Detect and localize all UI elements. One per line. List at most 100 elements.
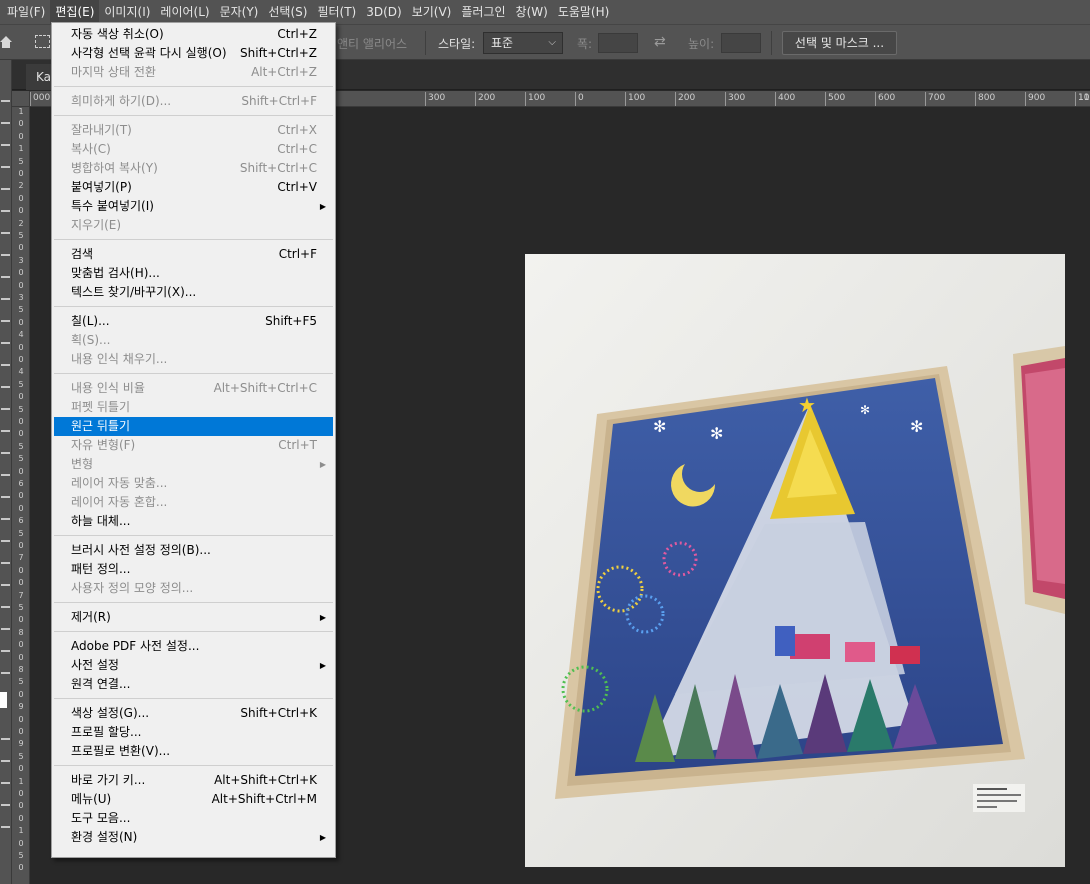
tool-icon[interactable]	[1, 496, 10, 498]
edit-menu-item[interactable]: 프로필 할당...	[52, 723, 335, 742]
tool-icon[interactable]	[1, 562, 10, 564]
tool-icon[interactable]	[1, 144, 10, 146]
ruler-tick: 8	[18, 665, 24, 674]
vertical-ruler[interactable]: 1 0 0 1 5 0 2 0 0 2 5 0 3 0 0 3 5 0 4 0 0 4 5 0 5 0 0 5 5 0 6 0 0 6 5 0 7 0 0 7…	[12, 107, 30, 884]
tool-icon[interactable]	[1, 276, 10, 278]
ruler-tick: 0	[18, 342, 24, 352]
edit-menu-item[interactable]: 패턴 정의...	[52, 560, 335, 579]
tool-icon[interactable]	[1, 122, 10, 124]
ruler-tick: 900	[1025, 92, 1045, 106]
menu-9[interactable]: 플러그인	[456, 0, 510, 24]
menu-5[interactable]: 선택(S)	[263, 0, 312, 24]
edit-menu-item: 레이어 자동 혼합...	[52, 493, 335, 512]
tool-icon[interactable]	[1, 826, 10, 828]
tool-icon[interactable]	[1, 518, 10, 520]
tool-icon[interactable]	[1, 232, 10, 234]
ruler-tick: 0	[18, 838, 24, 848]
tool-icon[interactable]	[1, 474, 10, 476]
menu-8[interactable]: 보기(V)	[407, 0, 457, 24]
edit-menu-item[interactable]: 메뉴(U) Alt+Shift+Ctrl+M	[52, 790, 335, 809]
svg-text:✻: ✻	[653, 417, 666, 436]
menu-1[interactable]: 편집(E)	[50, 0, 100, 24]
tool-icon[interactable]	[1, 254, 10, 256]
edit-menu-item[interactable]: 바로 가기 키... Alt+Shift+Ctrl+K	[52, 771, 335, 790]
document-image[interactable]: ✻ ✻ ✻ ✻ ★	[525, 254, 1065, 867]
tool-icon[interactable]	[1, 760, 10, 762]
rectangular-marquee-icon[interactable]	[35, 35, 50, 48]
menu-3[interactable]: 레이어(L)	[155, 0, 214, 24]
antialias-label: 앤티 앨리어스	[337, 37, 408, 51]
edit-menu-item[interactable]: 하늘 대체...	[52, 512, 335, 531]
tool-icon[interactable]	[1, 364, 10, 366]
tool-icon[interactable]	[1, 188, 10, 190]
style-select[interactable]: 표준 ⌵	[483, 32, 563, 54]
edit-menu-item[interactable]: 칠(L)... Shift+F5	[52, 312, 335, 331]
height-field[interactable]	[721, 33, 761, 53]
menu-11[interactable]: 도움말(H)	[553, 0, 615, 24]
tool-icon[interactable]	[1, 804, 10, 806]
tool-icon[interactable]	[1, 782, 10, 784]
menu-4[interactable]: 문자(Y)	[215, 0, 264, 24]
edit-menu-item[interactable]: 텍스트 찾기/바꾸기(X)...	[52, 283, 335, 302]
tool-icon[interactable]	[1, 452, 10, 454]
edit-menu-item[interactable]: 맞춤법 검사(H)...	[52, 264, 335, 283]
edit-menu-item[interactable]: 검색 Ctrl+F	[52, 245, 335, 264]
menu-7[interactable]: 3D(D)	[361, 0, 406, 24]
edit-menu-item[interactable]: 색상 설정(G)... Shift+Ctrl+K	[52, 704, 335, 723]
foreground-color-swatch[interactable]	[0, 692, 7, 708]
menu-item-label: 병합하여 복사(Y)	[71, 161, 158, 175]
width-field[interactable]	[598, 33, 638, 53]
menu-2[interactable]: 이미지(I)	[99, 0, 155, 24]
submenu-arrow-icon: ▶	[319, 613, 326, 622]
edit-menu-item: 사용자 정의 모양 정의...	[52, 579, 335, 598]
edit-menu-item: 내용 인식 비율 Alt+Shift+Ctrl+C	[52, 379, 335, 398]
edit-menu-item[interactable]: 붙여넣기(P) Ctrl+V	[52, 178, 335, 197]
ruler-tick: 0	[18, 578, 24, 588]
tool-icon[interactable]	[1, 628, 10, 630]
select-and-mask-button[interactable]: 선택 및 마스크 ...	[782, 31, 897, 55]
tool-icon[interactable]	[1, 408, 10, 410]
menu-item-shortcut: Ctrl+C	[277, 142, 317, 156]
tool-icon[interactable]	[1, 672, 10, 674]
edit-menu-item[interactable]: 사각형 선택 윤곽 다시 실행(O) Shift+Ctrl+Z	[52, 44, 335, 63]
menu-10[interactable]: 창(W)	[511, 0, 553, 24]
edit-menu-item[interactable]: 사전 설정 ▶	[52, 656, 335, 675]
tool-icon[interactable]	[1, 430, 10, 432]
ruler-tick: 0	[18, 491, 24, 501]
tool-icon[interactable]	[1, 606, 10, 608]
swap-icon[interactable]: ⇄	[654, 34, 666, 50]
tool-icon[interactable]	[1, 386, 10, 388]
tool-icon[interactable]	[1, 738, 10, 740]
tool-icon[interactable]	[1, 166, 10, 168]
svg-text:✻: ✻	[710, 424, 723, 443]
tool-icon[interactable]	[1, 650, 10, 652]
ruler-tick: 5	[18, 305, 24, 315]
edit-menu-item: 잘라내기(T) Ctrl+X	[52, 121, 335, 140]
edit-menu-item[interactable]: 자동 색상 취소(O) Ctrl+Z	[52, 25, 335, 44]
tool-icon[interactable]	[1, 210, 10, 212]
menu-6[interactable]: 필터(T)	[312, 0, 361, 24]
edit-menu-item[interactable]: 제거(R) ▶	[52, 608, 335, 627]
ruler-tick: 7	[18, 553, 24, 563]
edit-menu-item[interactable]: 환경 설정(N) ▶	[52, 828, 335, 847]
tool-icon[interactable]	[1, 342, 10, 344]
style-value: 표준	[491, 36, 514, 50]
home-icon[interactable]	[0, 33, 12, 51]
edit-menu-item[interactable]: 프로필로 변환(V)...	[52, 742, 335, 761]
tool-icon[interactable]	[1, 298, 10, 300]
tool-icon[interactable]	[1, 584, 10, 586]
tool-icon[interactable]	[1, 100, 10, 102]
edit-menu-item[interactable]: Adobe PDF 사전 설정...	[52, 637, 335, 656]
edit-menu-item[interactable]: 원격 연결...	[52, 675, 335, 694]
menu-item-label: 획(S)...	[71, 333, 111, 347]
tool-icon[interactable]	[1, 540, 10, 542]
edit-menu-item[interactable]: 브러시 사전 설정 정의(B)...	[52, 541, 335, 560]
tool-icon[interactable]	[1, 320, 10, 322]
menu-item-shortcut: Ctrl+F	[278, 247, 317, 261]
edit-menu-item[interactable]: 원근 뒤틀기	[54, 417, 333, 436]
edit-menu-item[interactable]: 도구 모음...	[52, 809, 335, 828]
menu-0[interactable]: 파일(F)	[2, 0, 50, 24]
edit-menu-item[interactable]: 특수 붙여넣기(I) ▶	[52, 197, 335, 216]
ruler-tick: 0	[18, 429, 24, 439]
width-label: 폭:	[577, 37, 593, 51]
